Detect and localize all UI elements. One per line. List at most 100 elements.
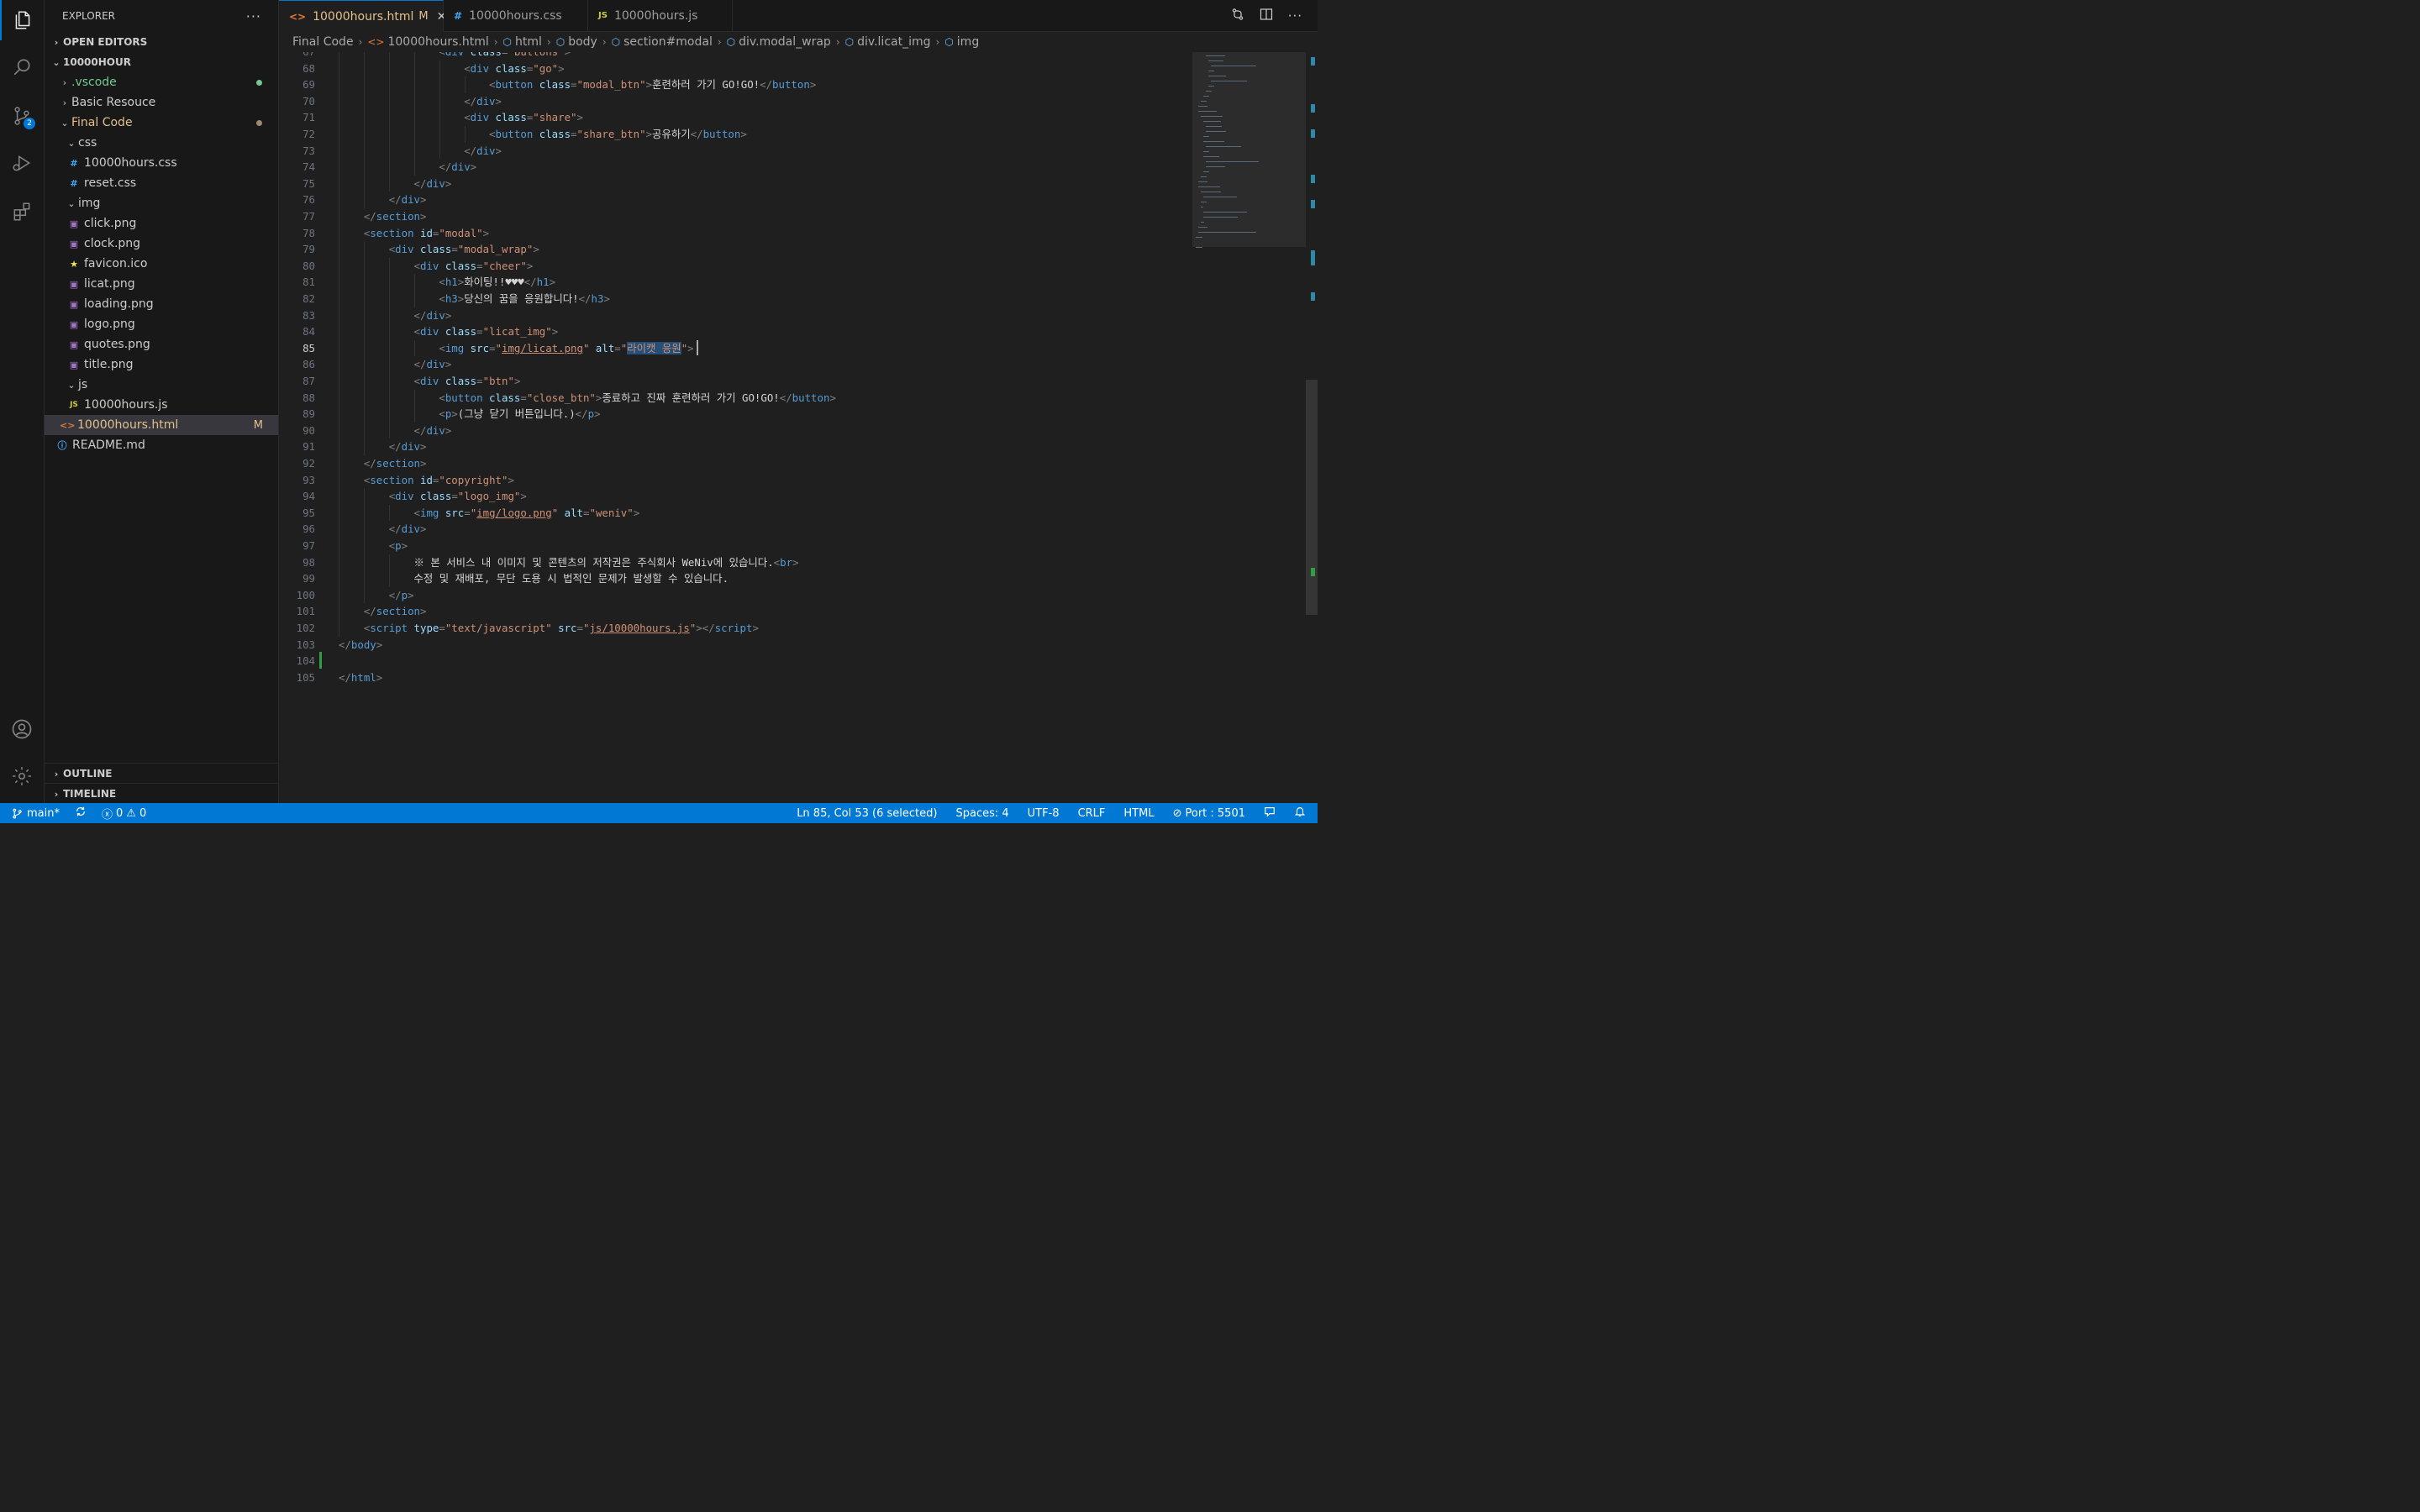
port-label: Port : 5501 — [1185, 806, 1246, 820]
tree-item[interactable]: ▣ clock.png — [45, 234, 278, 254]
code-line[interactable]: 98 ※ 본 서비스 내 이미지 및 콘텐츠의 저작권은 주식회사 WeNiv에… — [279, 554, 1203, 571]
tree-item[interactable]: ⓘ README.md — [45, 435, 278, 455]
breadcrumb-item[interactable]: ⬡ body — [556, 35, 597, 49]
tree-item[interactable]: ★ favicon.ico — [45, 254, 278, 274]
code-line[interactable]: 82 <h3>당신의 꿈을 응원합니다!</h3> — [279, 291, 1203, 307]
tree-item[interactable]: # reset.css — [45, 173, 278, 193]
minimap-line — [1206, 126, 1222, 127]
tree-item[interactable]: ▣ click.png — [45, 213, 278, 234]
code-line[interactable]: 101 </section> — [279, 603, 1203, 620]
search-icon[interactable] — [0, 47, 44, 87]
account-icon[interactable] — [0, 709, 44, 749]
split-editor-icon[interactable] — [1260, 8, 1273, 24]
breadcrumb-item[interactable]: ⬡ img — [944, 35, 979, 49]
tree-item[interactable]: <> 10000hours.html M — [45, 415, 278, 435]
run-debug-icon[interactable] — [0, 143, 44, 183]
open-editors-section[interactable]: › OPEN EDITORS — [45, 32, 278, 52]
code-line[interactable]: 105 </html> — [279, 669, 1203, 686]
code-line[interactable]: 75 </div> — [279, 176, 1203, 192]
settings-gear-icon[interactable] — [0, 756, 44, 796]
tree-item[interactable]: ▣ title.png — [45, 354, 278, 375]
tree-item[interactable]: ⌄ js — [45, 375, 278, 395]
code-line[interactable]: 99 수정 및 재배포, 무단 도용 시 법적인 문제가 발생할 수 있습니다. — [279, 570, 1203, 587]
code-line[interactable]: 87 <div class="btn"> — [279, 373, 1203, 390]
indentation[interactable]: Spaces: 4 — [955, 807, 1008, 820]
explorer-files-icon[interactable] — [0, 0, 44, 40]
code-line[interactable]: 80 <div class="cheer"> — [279, 258, 1203, 275]
code-line[interactable]: 78 <section id="modal"> — [279, 225, 1203, 242]
code-line[interactable]: 103 </body> — [279, 637, 1203, 654]
tab-html[interactable]: <> 10000hours.html M ✕ — [279, 0, 446, 32]
code-line[interactable]: 100 </p> — [279, 587, 1203, 604]
code-line[interactable]: 76 </div> — [279, 192, 1203, 208]
extensions-icon[interactable] — [0, 192, 44, 232]
minimap[interactable] — [1192, 52, 1306, 254]
code-line[interactable]: 69 <button class="modal_btn">훈련하러 가기 GO!… — [279, 76, 1203, 93]
tree-item[interactable]: ▣ loading.png — [45, 294, 278, 314]
outline-section[interactable]: › OUTLINE — [45, 763, 278, 784]
code-line[interactable]: 85 <img src="img/licat.png" alt="라이캣 응원"… — [279, 340, 1203, 357]
code-line[interactable]: 93 <section id="copyright"> — [279, 472, 1203, 489]
tab-css[interactable]: #10000hours.css — [444, 0, 588, 31]
tree-item[interactable]: › .vscode — [45, 72, 278, 92]
code-line[interactable]: 92 </section> — [279, 455, 1203, 472]
feedback-icon[interactable] — [1264, 806, 1276, 821]
cursor-position[interactable]: Ln 85, Col 53 (6 selected) — [797, 807, 937, 820]
breadcrumb-item[interactable]: ⬡ html — [503, 35, 542, 49]
tree-item[interactable]: › Basic Resouce — [45, 92, 278, 113]
tree-item[interactable]: ⌄ Final Code — [45, 113, 278, 133]
minimap-viewport[interactable] — [1192, 52, 1306, 247]
more-actions-icon[interactable]: ··· — [1288, 8, 1302, 24]
code-line[interactable]: 84 <div class="licat_img"> — [279, 323, 1203, 340]
code-line[interactable]: 81 <h1>화이팅!!♥♥♥</h1> — [279, 274, 1203, 291]
code-line[interactable]: 91 </div> — [279, 438, 1203, 455]
workspace-root[interactable]: ⌄ 10000HOUR — [45, 52, 278, 72]
code-line[interactable]: 88 <button class="close_btn">종료하고 진짜 훈련하… — [279, 390, 1203, 407]
code-line[interactable]: 83 </div> — [279, 307, 1203, 324]
tree-item[interactable]: ⌄ css — [45, 133, 278, 153]
code-line[interactable]: 72 <button class="share_btn">공유하기</butto… — [279, 126, 1203, 143]
code-line[interactable]: 90 </div> — [279, 423, 1203, 439]
code-line[interactable]: 102 <script type="text/javascript" src="… — [279, 620, 1203, 637]
problems-status[interactable]: ⓧ 0 ⚠ 0 — [102, 806, 146, 822]
branch-status[interactable]: main* — [12, 807, 60, 820]
open-changes-icon[interactable] — [1231, 8, 1244, 24]
tree-item[interactable]: ▣ logo.png — [45, 314, 278, 334]
tree-item[interactable]: JS 10000hours.js — [45, 395, 278, 415]
live-server-port[interactable]: ⊘ Port : 5501 — [1173, 807, 1245, 820]
code-line[interactable]: 67 <div class="buttons"> — [279, 52, 1203, 60]
more-actions-icon[interactable]: ··· — [246, 8, 261, 24]
breadcrumb-item[interactable]: ⬡ div.modal_wrap — [727, 35, 831, 49]
breadcrumb-item[interactable]: ⬡ div.licat_img — [845, 35, 931, 49]
tab-js[interactable]: JS 10000hours.js — [588, 0, 733, 31]
code-line[interactable]: 96 </div> — [279, 521, 1203, 538]
tree-item[interactable]: #10000hours.css — [45, 153, 278, 173]
code-line[interactable]: 104 — [279, 653, 1203, 669]
code-line[interactable]: 68 <div class="go"> — [279, 60, 1203, 77]
encoding[interactable]: UTF-8 — [1028, 807, 1060, 820]
language-mode[interactable]: HTML — [1123, 807, 1154, 820]
breadcrumb-item[interactable]: ⬡ section#modal — [612, 35, 713, 49]
tree-item[interactable]: ▣ quotes.png — [45, 334, 278, 354]
tree-item[interactable]: ⌄ img — [45, 193, 278, 213]
code-line[interactable]: 74 </div> — [279, 159, 1203, 176]
code-line[interactable]: 77 </section> — [279, 208, 1203, 225]
code-editor[interactable]: 67 <div class="buttons">68 <div class="g… — [279, 52, 1318, 803]
breadcrumb-item[interactable]: <> 10000hours.html — [367, 35, 488, 49]
code-line[interactable]: 95 <img src="img/logo.png" alt="weniv"> — [279, 505, 1203, 522]
code-line[interactable]: 86 </div> — [279, 356, 1203, 373]
code-line[interactable]: 71 <div class="share"> — [279, 109, 1203, 126]
code-line[interactable]: 73 </div> — [279, 143, 1203, 160]
code-line[interactable]: 94 <div class="logo_img"> — [279, 488, 1203, 505]
source-control-icon[interactable]: 2 — [0, 96, 44, 136]
end-of-line[interactable]: CRLF — [1078, 807, 1106, 820]
breadcrumb-item[interactable]: Final Code — [292, 35, 354, 49]
code-line[interactable]: 70 </div> — [279, 93, 1203, 110]
notifications-bell-icon[interactable] — [1294, 806, 1306, 821]
timeline-section[interactable]: › TIMELINE — [45, 783, 278, 804]
code-line[interactable]: 97 <p> — [279, 538, 1203, 554]
code-line[interactable]: 79 <div class="modal_wrap"> — [279, 241, 1203, 258]
sync-icon[interactable] — [75, 806, 87, 821]
code-line[interactable]: 89 <p>(그냥 닫기 버튼입니다.)</p> — [279, 406, 1203, 423]
tree-item[interactable]: ▣ licat.png — [45, 274, 278, 294]
